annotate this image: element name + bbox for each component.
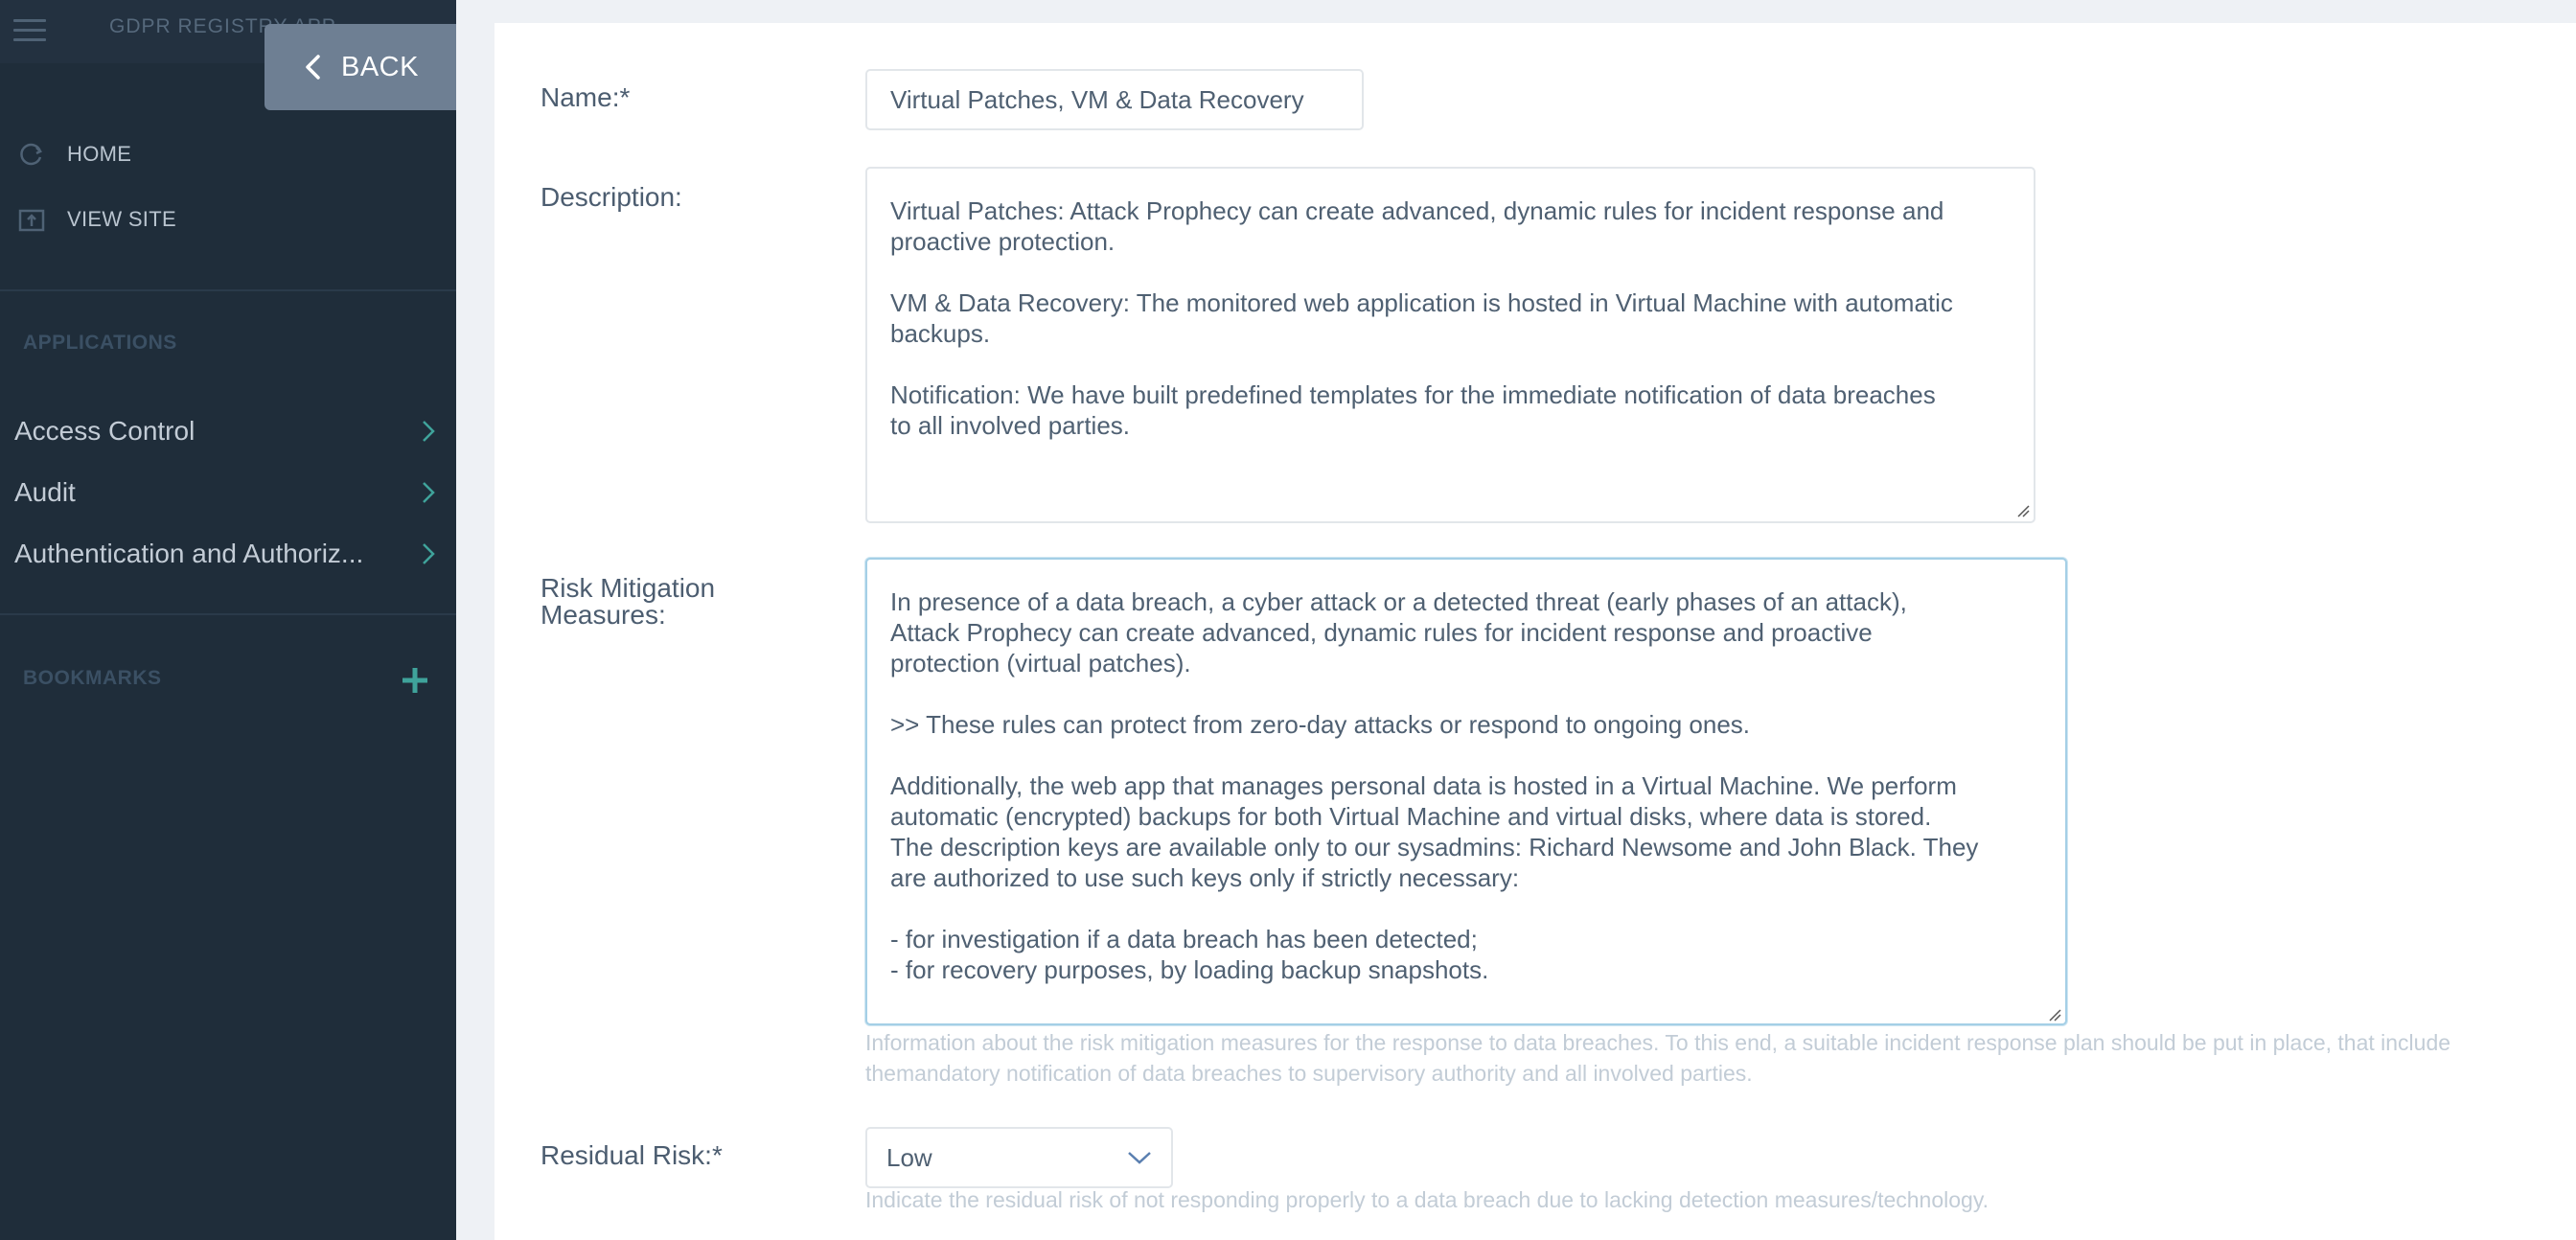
sidebar-item-authentication[interactable]: Authentication and Authoriz... bbox=[14, 539, 436, 569]
sidebar-divider bbox=[0, 613, 456, 615]
external-view-icon bbox=[18, 209, 45, 232]
back-button-label: BACK bbox=[341, 51, 419, 82]
resize-handle-icon[interactable] bbox=[2048, 1008, 2061, 1022]
chevron-left-icon bbox=[306, 55, 320, 80]
description-label: Description: bbox=[540, 182, 682, 212]
residual-risk-select[interactable]: Low bbox=[865, 1127, 1173, 1188]
resize-handle-icon[interactable] bbox=[2016, 504, 2030, 517]
chevron-right-icon bbox=[423, 482, 435, 503]
sidebar-item-audit[interactable]: Audit bbox=[14, 477, 436, 508]
bookmarks-section-label: BOOKMARKS bbox=[23, 667, 162, 689]
risk-mitigation-help-line-2: themandatory notification of data breach… bbox=[865, 1061, 1753, 1086]
sidebar-item-label: Audit bbox=[14, 477, 76, 507]
name-input[interactable]: Virtual Patches, VM & Data Recovery bbox=[865, 69, 1364, 130]
sidebar-item-access-control[interactable]: Access Control bbox=[14, 416, 436, 447]
add-bookmark-icon[interactable] bbox=[401, 666, 429, 695]
sidebar-item-label: Authentication and Authoriz... bbox=[14, 539, 364, 568]
refresh-icon bbox=[20, 143, 43, 166]
description-textarea[interactable]: Virtual Patches: Attack Prophecy can cre… bbox=[865, 167, 2036, 523]
sidebar-link-view-site[interactable]: VIEW SITE bbox=[17, 205, 176, 234]
sidebar-divider bbox=[0, 289, 456, 291]
residual-risk-label: Residual Risk:* bbox=[540, 1140, 723, 1170]
residual-risk-selected-value: Low bbox=[886, 1142, 932, 1172]
risk-mitigation-label: Risk Mitigation Measures: bbox=[540, 573, 716, 630]
sidebar-link-home-label: HOME bbox=[67, 142, 132, 166]
risk-mitigation-help-line-1: Information about the risk mitigation me… bbox=[865, 1030, 2451, 1055]
applications-section-label: APPLICATIONS bbox=[23, 332, 177, 354]
sidebar-link-home[interactable]: HOME bbox=[17, 140, 131, 169]
chevron-right-icon bbox=[423, 543, 435, 564]
sidebar-item-label: Access Control bbox=[14, 416, 196, 446]
residual-risk-help: Indicate the residual risk of not respon… bbox=[865, 1187, 1990, 1212]
risk-mitigation-textarea[interactable]: In presence of a data breach, a cyber at… bbox=[865, 558, 2067, 1025]
sidebar: GDPR REGISTRY APP BACK HOME VIEW SITE AP… bbox=[0, 0, 456, 1240]
back-button[interactable]: BACK bbox=[264, 24, 456, 110]
name-label: Name:* bbox=[540, 82, 631, 112]
chevron-down-icon bbox=[1128, 1152, 1151, 1164]
hamburger-menu-icon[interactable] bbox=[13, 19, 46, 42]
sidebar-link-view-site-label: VIEW SITE bbox=[67, 207, 176, 231]
chevron-right-icon bbox=[423, 421, 435, 442]
